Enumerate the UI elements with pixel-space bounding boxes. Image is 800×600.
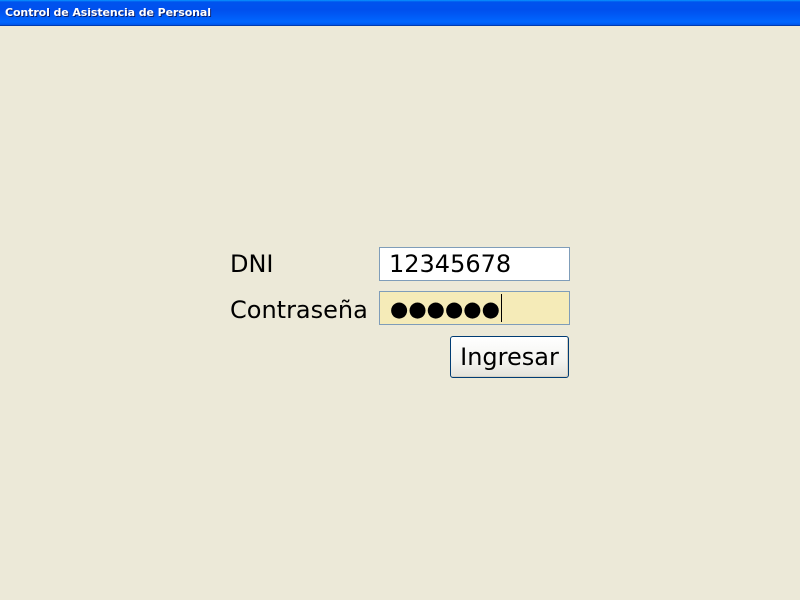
- password-label: Contraseña: [230, 296, 368, 324]
- window-title: Control de Asistencia de Personal: [5, 6, 211, 19]
- ingresar-button[interactable]: Ingresar: [450, 336, 569, 378]
- window-titlebar[interactable]: Control de Asistencia de Personal: [0, 0, 800, 26]
- password-masked-value: ●●●●●●: [390, 296, 500, 321]
- dni-input[interactable]: [379, 247, 570, 281]
- dni-label: DNI: [230, 250, 274, 278]
- password-input[interactable]: ●●●●●●: [379, 291, 570, 325]
- text-caret: [500, 294, 502, 322]
